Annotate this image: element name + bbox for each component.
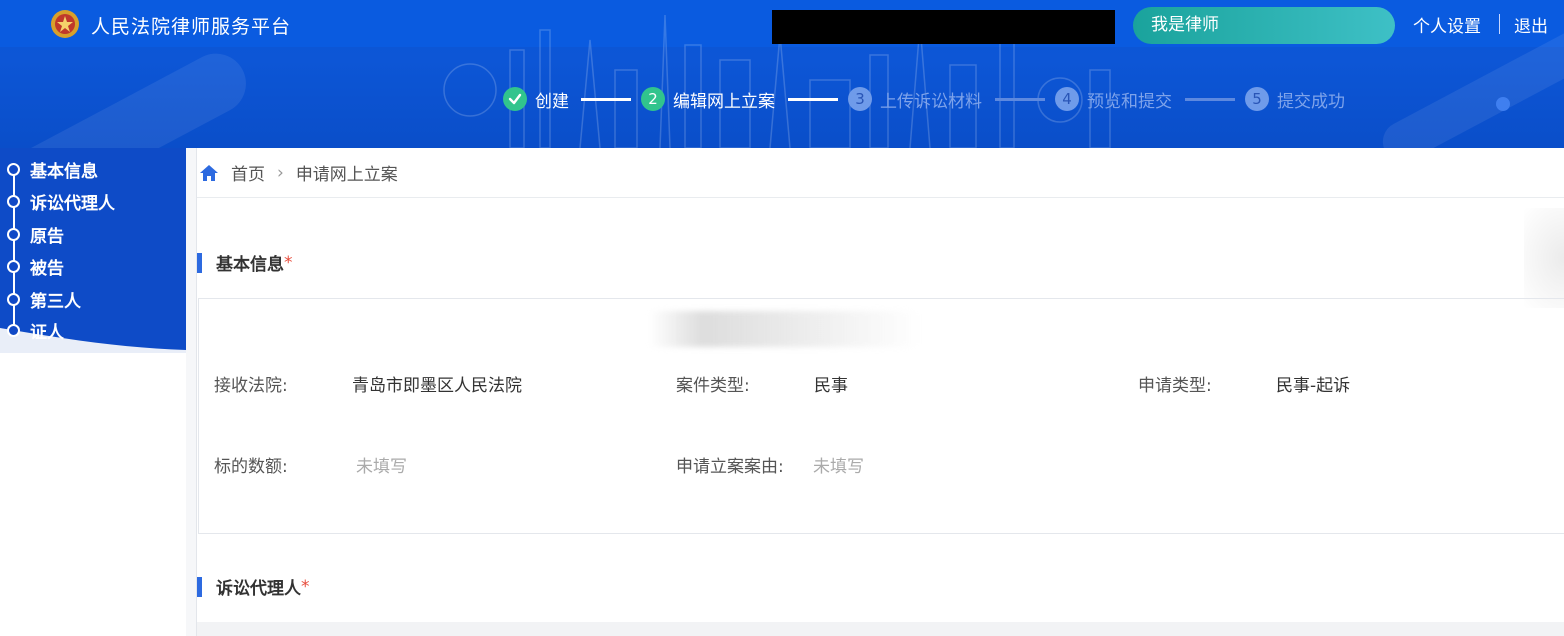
nav-dot-icon bbox=[7, 292, 20, 306]
section-title-basic-info: 基本信息 * bbox=[197, 250, 293, 275]
step-number: 3 bbox=[848, 87, 872, 111]
court-value: 青岛市即墨区人民法院 bbox=[352, 376, 522, 396]
content-card: 首页 › 申请网上立案 基本信息 * 接收法院: 青岛市即墨区人民法院 案件类型:… bbox=[196, 148, 1564, 636]
step-connector bbox=[788, 98, 838, 101]
nav-dot-icon bbox=[7, 162, 20, 176]
step-number: 2 bbox=[641, 87, 665, 111]
step-edit-filing: 2 编辑网上立案 bbox=[641, 87, 775, 112]
step-upload-materials: 3 上传诉讼材料 bbox=[848, 87, 982, 112]
nav-item-defendant[interactable]: 被告 bbox=[7, 255, 64, 279]
step-label: 提交成功 bbox=[1277, 91, 1345, 112]
apply-type-label: 申请类型: bbox=[1138, 376, 1212, 396]
nav-item-basic-info[interactable]: 基本信息 bbox=[7, 158, 98, 182]
section-title-text: 诉讼代理人 bbox=[216, 579, 301, 599]
decorative-stripe bbox=[0, 43, 257, 148]
step-connector bbox=[581, 98, 631, 101]
nav-dot-icon bbox=[7, 227, 20, 241]
step-label: 编辑网上立案 bbox=[673, 91, 775, 112]
decorative-dot bbox=[1496, 97, 1510, 111]
main-content: 首页 › 申请网上立案 基本信息 * 接收法院: 青岛市即墨区人民法院 案件类型:… bbox=[186, 148, 1564, 636]
apply-type-value: 民事-起诉 bbox=[1276, 376, 1351, 396]
section-title-litigation-agent: 诉讼代理人 * bbox=[197, 574, 310, 599]
nav-item-label: 原告 bbox=[30, 226, 64, 247]
agent-panel-top-edge bbox=[197, 622, 1564, 636]
section-accent-bar bbox=[197, 252, 202, 273]
step-label: 创建 bbox=[535, 91, 569, 112]
nav-dot-icon bbox=[7, 323, 20, 337]
filing-cause-value: 未填写 bbox=[813, 457, 864, 477]
step-preview-submit: 4 预览和提交 bbox=[1055, 87, 1172, 112]
blurred-watermark bbox=[649, 311, 919, 347]
step-submit-success: 5 提交成功 bbox=[1245, 87, 1345, 112]
nav-item-label: 第三人 bbox=[30, 291, 81, 312]
personal-settings-link[interactable]: 个人设置 bbox=[1413, 12, 1481, 37]
nav-dot-icon bbox=[7, 259, 20, 273]
step-label: 预览和提交 bbox=[1087, 91, 1172, 112]
nav-item-third-party[interactable]: 第三人 bbox=[7, 288, 81, 312]
app-header: 人民法院律师服务平台 我是律师 个人设置 退出 创建 2 编辑网上立案 3 上传… bbox=[0, 0, 1564, 148]
court-label: 接收法院: bbox=[214, 376, 288, 396]
court-emblem-icon bbox=[51, 10, 79, 38]
basic-info-panel: 接收法院: 青岛市即墨区人民法院 案件类型: 民事 申请类型: 民事-起诉 标的… bbox=[198, 298, 1564, 534]
logout-link[interactable]: 退出 bbox=[1514, 12, 1548, 37]
required-mark: * bbox=[284, 252, 293, 273]
chevron-right-icon: › bbox=[277, 162, 284, 183]
breadcrumb-home-link[interactable]: 首页 bbox=[231, 160, 265, 185]
section-accent-bar bbox=[197, 576, 202, 597]
breadcrumb-current: 申请网上立案 bbox=[295, 165, 398, 185]
lawyer-role-button[interactable]: 我是律师 bbox=[1133, 7, 1395, 44]
step-number: 5 bbox=[1245, 87, 1269, 111]
amount-label: 标的数额: bbox=[214, 457, 288, 477]
nav-item-witness[interactable]: 证人 bbox=[7, 319, 64, 343]
step-create: 创建 bbox=[503, 87, 569, 112]
link-separator bbox=[1499, 14, 1500, 34]
nav-item-label: 被告 bbox=[30, 258, 64, 279]
redacted-area bbox=[772, 10, 1115, 44]
case-type-value: 民事 bbox=[814, 376, 848, 396]
nav-item-label: 基本信息 bbox=[30, 161, 98, 182]
home-icon[interactable] bbox=[199, 163, 219, 183]
section-title-text: 基本信息 bbox=[216, 255, 284, 275]
nav-item-litigation-agent[interactable]: 诉讼代理人 bbox=[7, 190, 115, 214]
breadcrumb: 首页 › 申请网上立案 bbox=[197, 148, 1564, 198]
step-label: 上传诉讼材料 bbox=[880, 91, 982, 112]
required-mark: * bbox=[301, 576, 310, 597]
step-number: 4 bbox=[1055, 87, 1079, 111]
section-nav-sidebar: 基本信息 诉讼代理人 原告 被告 第三人 证人 bbox=[0, 148, 186, 636]
app-title: 人民法院律师服务平台 bbox=[91, 16, 292, 38]
nav-item-plaintiff[interactable]: 原告 bbox=[7, 223, 64, 247]
step-connector bbox=[1185, 98, 1235, 101]
nav-dot-icon bbox=[7, 194, 20, 208]
nav-item-label: 证人 bbox=[30, 322, 64, 343]
nav-item-label: 诉讼代理人 bbox=[30, 193, 115, 214]
check-icon bbox=[503, 87, 527, 111]
case-type-label: 案件类型: bbox=[676, 376, 750, 396]
step-connector bbox=[995, 98, 1045, 101]
shadow-decoration bbox=[1524, 208, 1564, 308]
amount-value: 未填写 bbox=[356, 457, 407, 477]
filing-cause-label: 申请立案案由: bbox=[676, 457, 784, 477]
